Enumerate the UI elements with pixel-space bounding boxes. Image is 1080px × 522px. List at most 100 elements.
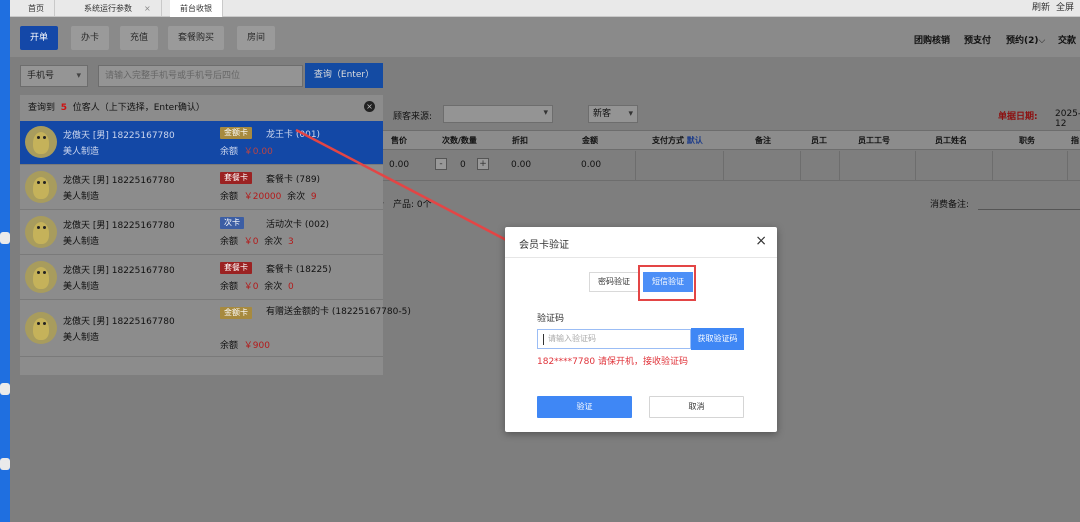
customer-name: 龙傲天 [男] 18225167780 (63, 221, 175, 231)
customer-row[interactable]: 龙傲天 [男] 18225167780 美人制造 套餐卡 套餐卡 (18225)… (20, 256, 383, 300)
date-value[interactable]: 2025-12 (1055, 109, 1080, 129)
default-link[interactable]: 默认 (687, 136, 703, 145)
tab-system-params[interactable]: 系统运行参数 × (74, 0, 162, 17)
search-type-select[interactable]: 手机号 ▾ (20, 65, 88, 87)
search-row: 手机号 ▾ 请输入完整手机号或手机号后四位 查询（Enter） (20, 63, 383, 88)
verify-button[interactable]: 验证 (537, 396, 632, 418)
card-type-badge: 套餐卡 (220, 172, 252, 184)
customer-shop: 美人制造 (63, 147, 100, 157)
search-input[interactable]: 请输入完整手机号或手机号后四位 (98, 65, 303, 87)
customer-results: 查询到 5 位客人（上下选择，Enter确认） × 龙傲天 [男] 182251… (20, 95, 411, 375)
avatar (25, 171, 57, 203)
card-name: 有赠送金额的卡 (18225167780-5) (266, 307, 411, 317)
verification-code-input[interactable]: 请输入验证码 (537, 329, 691, 349)
cell-discount[interactable]: 0.00 (511, 160, 531, 170)
sms-hint: 182****7780 请保开机，接收验证码 (537, 357, 688, 367)
customer-type-select[interactable]: 新客 ▾ (588, 105, 638, 123)
note-label: 消费备注: (930, 200, 970, 210)
chevron-down-icon: ▾ (628, 109, 633, 119)
divider (505, 257, 777, 258)
customer-name: 龙傲天 [男] 18225167780 (63, 317, 175, 327)
card-name: 套餐卡 (789) (266, 175, 321, 185)
divider (723, 151, 724, 181)
tab-front-desk[interactable]: 前台收银 (170, 0, 223, 17)
customer-shop: 美人制造 (63, 237, 100, 247)
tabbar-actions: 刷新 全屏 (1032, 0, 1080, 17)
cell-price[interactable]: 0.00 (389, 160, 409, 170)
tab-password-verify[interactable]: 密码验证 (589, 272, 639, 292)
source-label: 顾客来源: (393, 112, 433, 122)
col-discount: 折扣 (512, 136, 528, 145)
tab-bar: 首页 系统运行参数 × 前台收银 刷新 全屏 (10, 0, 1080, 17)
card-balance: 余额 ￥0 余次 3 (220, 237, 294, 247)
date-label: 单据日期: (998, 112, 1038, 122)
customer-row[interactable]: 龙傲天 [男] 18225167780 美人制造 金额卡 有赠送金额的卡 (18… (20, 301, 411, 357)
divider (1067, 151, 1068, 181)
code-label: 验证码 (537, 314, 565, 324)
tab-close-icon[interactable]: × (144, 4, 151, 13)
divider (915, 151, 916, 181)
card-balance: 余额 ￥0.00 (220, 147, 273, 157)
card-balance: 余额 ￥0 余次 0 (220, 282, 294, 292)
source-select[interactable]: ▾ (443, 105, 553, 123)
card-type-badge: 次卡 (220, 217, 244, 229)
results-count: 5 (60, 103, 68, 113)
fullscreen-link[interactable]: 全屏 (1056, 3, 1074, 13)
avatar (25, 126, 57, 158)
customer-name: 龙傲天 [男] 18225167780 (63, 266, 175, 276)
card-balance: 余额 ￥900 (220, 341, 270, 351)
results-header: 查询到 5 位客人（上下选择，Enter确认） × (20, 95, 383, 121)
room-button[interactable]: 房间 (237, 26, 276, 50)
order-footer: 个 产品: 0个 消费备注: (375, 197, 1080, 211)
col-payment: 支付方式 默认 (652, 136, 703, 145)
package-purchase-button[interactable]: 套餐购买 (168, 26, 225, 50)
qty-minus-button[interactable]: - (435, 158, 447, 170)
card-type-badge: 金额卡 (220, 307, 252, 319)
customer-name: 龙傲天 [男] 18225167780 (63, 131, 175, 141)
col-staff: 员工 (811, 136, 827, 145)
toolbar: 开单 办卡 充值 套餐购买 房间 团购核销 预支付 预约(2)⌵ 交款 (10, 17, 1080, 57)
get-code-button[interactable]: 获取验证码 (691, 328, 744, 350)
prepay-link[interactable]: 预支付 (964, 33, 991, 46)
customer-row[interactable]: 龙傲天 [男] 18225167780 美人制造 套餐卡 套餐卡 (789) 余… (20, 166, 383, 210)
issue-card-button[interactable]: 办卡 (71, 26, 110, 50)
close-icon[interactable]: × (755, 233, 767, 249)
divider (800, 151, 801, 181)
col-position: 职务 (1019, 136, 1035, 145)
customer-shop: 美人制造 (63, 192, 100, 202)
avatar (25, 261, 57, 293)
cell-amount[interactable]: 0.00 (581, 160, 601, 170)
recharge-button[interactable]: 充值 (120, 26, 159, 50)
customer-row[interactable]: 龙傲天 [男] 18225167780 美人制造 次卡 活动次卡 (002) 余… (20, 211, 383, 255)
avatar (25, 312, 57, 344)
cell-qty[interactable]: 0 (460, 160, 466, 170)
card-type-badge: 金额卡 (220, 127, 252, 139)
col-remark: 备注 (755, 136, 771, 145)
col-price: 售价 (391, 136, 407, 145)
appointment-link[interactable]: 预约(2)⌵ (1006, 33, 1045, 46)
note-input[interactable] (978, 209, 1080, 210)
order-bar: 顾客来源: ▾ 新客 ▾ 单据日期: 2025-12 (383, 103, 1080, 129)
query-button[interactable]: 查询（Enter） (305, 63, 383, 88)
col-staff-name: 员工姓名 (935, 136, 967, 145)
cancel-button[interactable]: 取消 (649, 396, 744, 418)
close-icon[interactable]: × (364, 101, 375, 112)
customer-row[interactable]: 龙傲天 [男] 18225167780 美人制造 金额卡 龙王卡 (001) 余… (20, 121, 383, 165)
left-nav-strip (0, 0, 10, 522)
dialog-title: 会员卡验证 (519, 240, 569, 251)
text-caret (543, 334, 544, 345)
qty-plus-button[interactable]: + (477, 158, 489, 170)
card-name: 活动次卡 (002) (266, 220, 330, 230)
table-row: 0.00 - 0 + 0.00 0.00 (375, 151, 1080, 181)
chevron-down-icon: ▾ (76, 71, 81, 81)
open-order-button[interactable]: 开单 (20, 26, 59, 50)
group-redeem-link[interactable]: 团购核销 (914, 33, 950, 46)
customer-shop: 美人制造 (63, 333, 100, 343)
payment-link[interactable]: 交款 (1058, 33, 1076, 46)
refresh-link[interactable]: 刷新 (1032, 3, 1050, 13)
chevron-down-icon: ⌵ (1038, 36, 1046, 46)
tab-home[interactable]: 首页 (18, 0, 55, 17)
col-more: 指 (1071, 136, 1079, 145)
customer-shop: 美人制造 (63, 282, 100, 292)
highlight-box (638, 265, 696, 301)
